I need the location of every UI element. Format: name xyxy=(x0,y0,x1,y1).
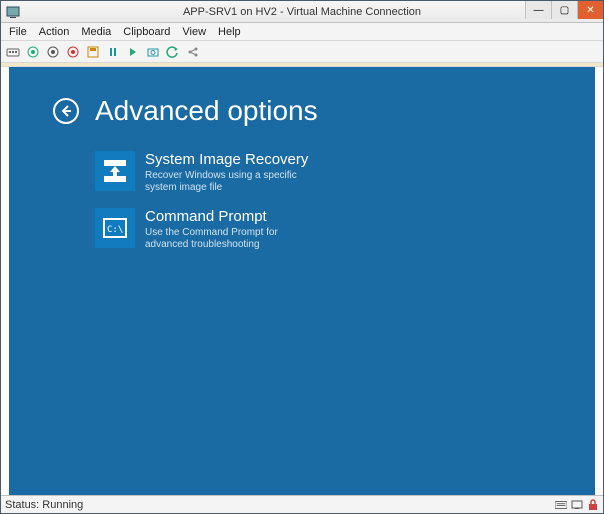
close-button[interactable]: ✕ xyxy=(577,1,603,19)
display-icon xyxy=(571,499,583,511)
window-buttons: — ▢ ✕ xyxy=(525,1,603,19)
menu-view[interactable]: View xyxy=(176,25,212,39)
share-button[interactable] xyxy=(185,44,201,60)
recovery-screen: Advanced options System Image Recovery R… xyxy=(9,67,595,251)
menu-help[interactable]: Help xyxy=(212,25,247,39)
titlebar: APP-SRV1 on HV2 - Virtual Machine Connec… xyxy=(1,1,603,23)
status-icons xyxy=(555,499,599,511)
svg-text:C:\: C:\ xyxy=(107,225,123,235)
status-text: Status: Running xyxy=(5,499,83,511)
app-icon xyxy=(5,4,21,20)
menu-file[interactable]: File xyxy=(3,25,33,39)
system-image-recovery-icon xyxy=(95,151,135,191)
statusbar: Status: Running xyxy=(1,495,603,513)
revert-button[interactable] xyxy=(165,44,181,60)
window-title: APP-SRV1 on HV2 - Virtual Machine Connec… xyxy=(1,6,603,18)
tile-description: Use the Command Prompt for advanced trou… xyxy=(145,227,305,251)
save-button[interactable] xyxy=(85,44,101,60)
tile-title: System Image Recovery xyxy=(145,151,308,168)
toolbar xyxy=(1,41,603,63)
tile-title: Command Prompt xyxy=(145,208,305,225)
minimize-button[interactable]: — xyxy=(525,1,551,19)
shutdown-button[interactable] xyxy=(65,44,81,60)
tile-command-prompt[interactable]: C:\ Command Prompt Use the Command Promp… xyxy=(95,208,355,251)
turnoff-button[interactable] xyxy=(45,44,61,60)
page-header: Advanced options xyxy=(53,95,595,127)
maximize-button[interactable]: ▢ xyxy=(551,1,577,19)
back-button[interactable] xyxy=(53,98,79,124)
snapshot-button[interactable] xyxy=(145,44,161,60)
command-prompt-icon: C:\ xyxy=(95,208,135,248)
start-button[interactable] xyxy=(25,44,41,60)
menu-action[interactable]: Action xyxy=(33,25,76,39)
page-title: Advanced options xyxy=(95,95,318,127)
lock-icon xyxy=(587,499,599,511)
tile-body: Command Prompt Use the Command Prompt fo… xyxy=(145,208,305,251)
keyboard-icon xyxy=(555,499,567,511)
ctrl-alt-del-button[interactable] xyxy=(5,44,21,60)
tile-system-image-recovery[interactable]: System Image Recovery Recover Windows us… xyxy=(95,151,355,194)
tile-description: Recover Windows using a specific system … xyxy=(145,170,305,194)
menubar: File Action Media Clipboard View Help xyxy=(1,23,603,41)
vm-display: Advanced options System Image Recovery R… xyxy=(1,67,603,495)
menu-media[interactable]: Media xyxy=(75,25,117,39)
reset-button[interactable] xyxy=(125,44,141,60)
pause-button[interactable] xyxy=(105,44,121,60)
menu-clipboard[interactable]: Clipboard xyxy=(117,25,176,39)
tile-body: System Image Recovery Recover Windows us… xyxy=(145,151,308,194)
